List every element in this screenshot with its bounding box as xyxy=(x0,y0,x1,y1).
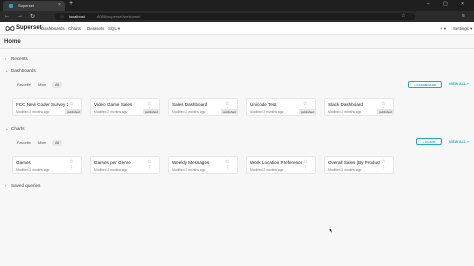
url-host: localhost xyxy=(69,14,85,19)
close-tab-icon[interactable]: × xyxy=(58,2,61,8)
divider xyxy=(0,48,474,49)
dashboard-card[interactable]: Video Game Sales☆ ⋮Modified 2 months ago… xyxy=(90,98,160,116)
back-arrow-icon[interactable]: ← xyxy=(4,13,10,19)
dashboard-card-modified: Modified 2 months ago xyxy=(16,110,50,114)
chart-card-modified: Modified 2 months ago xyxy=(16,168,50,172)
section-charts[interactable]: ⌄ Charts xyxy=(5,126,25,131)
browser-tab-title: Superset xyxy=(18,3,35,8)
section-label: Saved queries xyxy=(11,183,41,188)
status-badge: published xyxy=(65,109,82,114)
dashboard-card-modified: Modified 2 months ago xyxy=(172,110,206,114)
favorite-star-and-more-icon[interactable]: ☆ ⋮ xyxy=(225,159,237,171)
favorite-star-and-more-icon[interactable]: ☆ ⋮ xyxy=(381,159,393,171)
menu-charts[interactable]: Charts xyxy=(68,26,81,31)
section-label: Recents xyxy=(11,56,28,61)
favorite-star-and-more-icon[interactable]: ☆ ⋮ xyxy=(69,159,81,171)
new-tab-button[interactable]: + xyxy=(69,0,73,7)
chart-card-title[interactable]: Games per Genre xyxy=(94,160,146,165)
dashboards-filter-favorite[interactable]: Favorite xyxy=(14,82,34,88)
favorite-star-and-more-icon[interactable]: ☆ ⋮ xyxy=(303,159,315,171)
dashboard-card-title[interactable]: Unicode Test xyxy=(250,102,302,107)
chart-card[interactable]: Overall Sales (By Product ... ☆ ⋮ Modified… xyxy=(324,156,394,174)
superset-logo-icon[interactable] xyxy=(5,26,15,31)
new-item-menu[interactable]: + ▾ xyxy=(440,26,446,32)
bookmark-star-icon[interactable]: ☆ xyxy=(401,13,405,19)
dashboards-filter-all[interactable]: All xyxy=(52,82,63,88)
chart-card[interactable]: Games ☆ ⋮ Modified 2 months ago xyxy=(12,156,82,174)
chart-card-modified: Modified 2 months ago xyxy=(172,168,206,172)
add-chart-button[interactable]: + CHART xyxy=(416,138,442,145)
chart-card[interactable]: Work Location Preference ☆ ⋮ Modified 2 mo… xyxy=(246,156,316,174)
browser-navbar: ← → ↻ ⓘ localhost :8088/superset/welcome… xyxy=(0,11,474,22)
superset-favicon-icon xyxy=(9,4,13,8)
chart-card[interactable]: Games per Genre ☆ ⋮ Modified 2 months ago xyxy=(90,156,160,174)
charts-filter-favorite[interactable]: Favorite xyxy=(14,140,34,146)
dashboard-card[interactable]: Sales Dashboard☆ ⋮Modified 2 months agop… xyxy=(168,98,238,116)
status-badge: published xyxy=(299,109,316,114)
settings-menu[interactable]: Settings ▾ xyxy=(453,26,472,32)
chart-card-title[interactable]: Overall Sales (By Product ... xyxy=(328,160,380,165)
browser-menu-icon[interactable]: ≡ xyxy=(462,13,465,19)
menu-sql[interactable]: SQL ▾ xyxy=(108,26,120,32)
forward-arrow-icon[interactable]: → xyxy=(17,13,23,19)
dashboard-card-modified: Modified 2 months ago xyxy=(328,110,362,114)
menu-dashboards[interactable]: Dashboards xyxy=(41,26,65,31)
dashboards-filter-mine[interactable]: Mine xyxy=(35,82,49,88)
section-label: Dashboards xyxy=(11,68,36,73)
dashboard-card[interactable]: FCC New Coder Survey 2...☆ ⋮Modified 2 m… xyxy=(12,98,82,116)
dashboard-card-modified: Modified 2 months ago xyxy=(94,110,128,114)
chart-card-title[interactable]: Weekly Messages xyxy=(172,160,224,165)
reload-icon[interactable]: ↻ xyxy=(30,13,35,20)
chart-card[interactable]: Weekly Messages ☆ ⋮ Modified 2 months ago xyxy=(168,156,238,174)
dashboards-view-all-link[interactable]: VIEW ALL » xyxy=(449,82,469,86)
dashboard-card-modified: Modified 2 months ago xyxy=(250,110,284,114)
address-bar[interactable]: ⓘ localhost :8088/superset/welcome/ xyxy=(55,13,415,20)
browser-tab-strip: Superset × + – ▢ × xyxy=(0,0,474,11)
dashboard-card-title[interactable]: Slack Dashboard xyxy=(328,102,380,107)
mouse-cursor-icon xyxy=(329,228,333,234)
chart-card-title[interactable]: Games xyxy=(16,160,68,165)
favorite-star-and-more-icon[interactable]: ☆ ⋮ xyxy=(147,159,159,171)
lock-icon: ⓘ xyxy=(60,14,64,19)
chart-card-modified: Modified 2 months ago xyxy=(250,168,284,172)
status-badge: published xyxy=(377,109,394,114)
charts-filter-all[interactable]: All xyxy=(52,140,63,146)
status-badge: published xyxy=(221,109,238,114)
dashboard-card-title[interactable]: FCC New Coder Survey 2... xyxy=(16,102,68,107)
app-navbar: Superset Dashboards Charts Datasets SQL … xyxy=(0,22,474,35)
chart-card-modified: Modified 2 months ago xyxy=(94,168,128,172)
section-label: Charts xyxy=(11,126,25,131)
dashboard-card[interactable]: Slack Dashboard☆ ⋮Modified 2 months agop… xyxy=(324,98,394,116)
page-title: Home xyxy=(4,39,21,45)
chart-card-modified: Modified 2 months ago xyxy=(328,168,362,172)
section-saved-queries[interactable]: › Saved queries xyxy=(5,183,40,188)
brand-name[interactable]: Superset xyxy=(16,25,42,31)
charts-filter-mine[interactable]: Mine xyxy=(35,140,49,146)
window-controls[interactable]: – ▢ × xyxy=(427,1,470,7)
section-dashboards[interactable]: ⌄ Dashboards xyxy=(5,68,36,73)
dashboard-card[interactable]: Unicode Test☆ ⋮Modified 2 months agopubl… xyxy=(246,98,316,116)
chart-card-title[interactable]: Work Location Preference xyxy=(250,160,302,165)
url-path: :8088/superset/welcome/ xyxy=(96,14,141,19)
dashboard-card-title[interactable]: Sales Dashboard xyxy=(172,102,224,107)
section-recents[interactable]: › Recents xyxy=(5,56,28,61)
status-badge: published xyxy=(143,109,160,114)
charts-view-all-link[interactable]: VIEW ALL » xyxy=(449,140,469,144)
menu-datasets[interactable]: Datasets xyxy=(87,26,104,31)
add-dashboard-button[interactable]: + DASHBOARD xyxy=(408,81,442,88)
dashboard-card-title[interactable]: Video Game Sales xyxy=(94,102,146,107)
browser-tab[interactable]: Superset × xyxy=(3,1,65,11)
